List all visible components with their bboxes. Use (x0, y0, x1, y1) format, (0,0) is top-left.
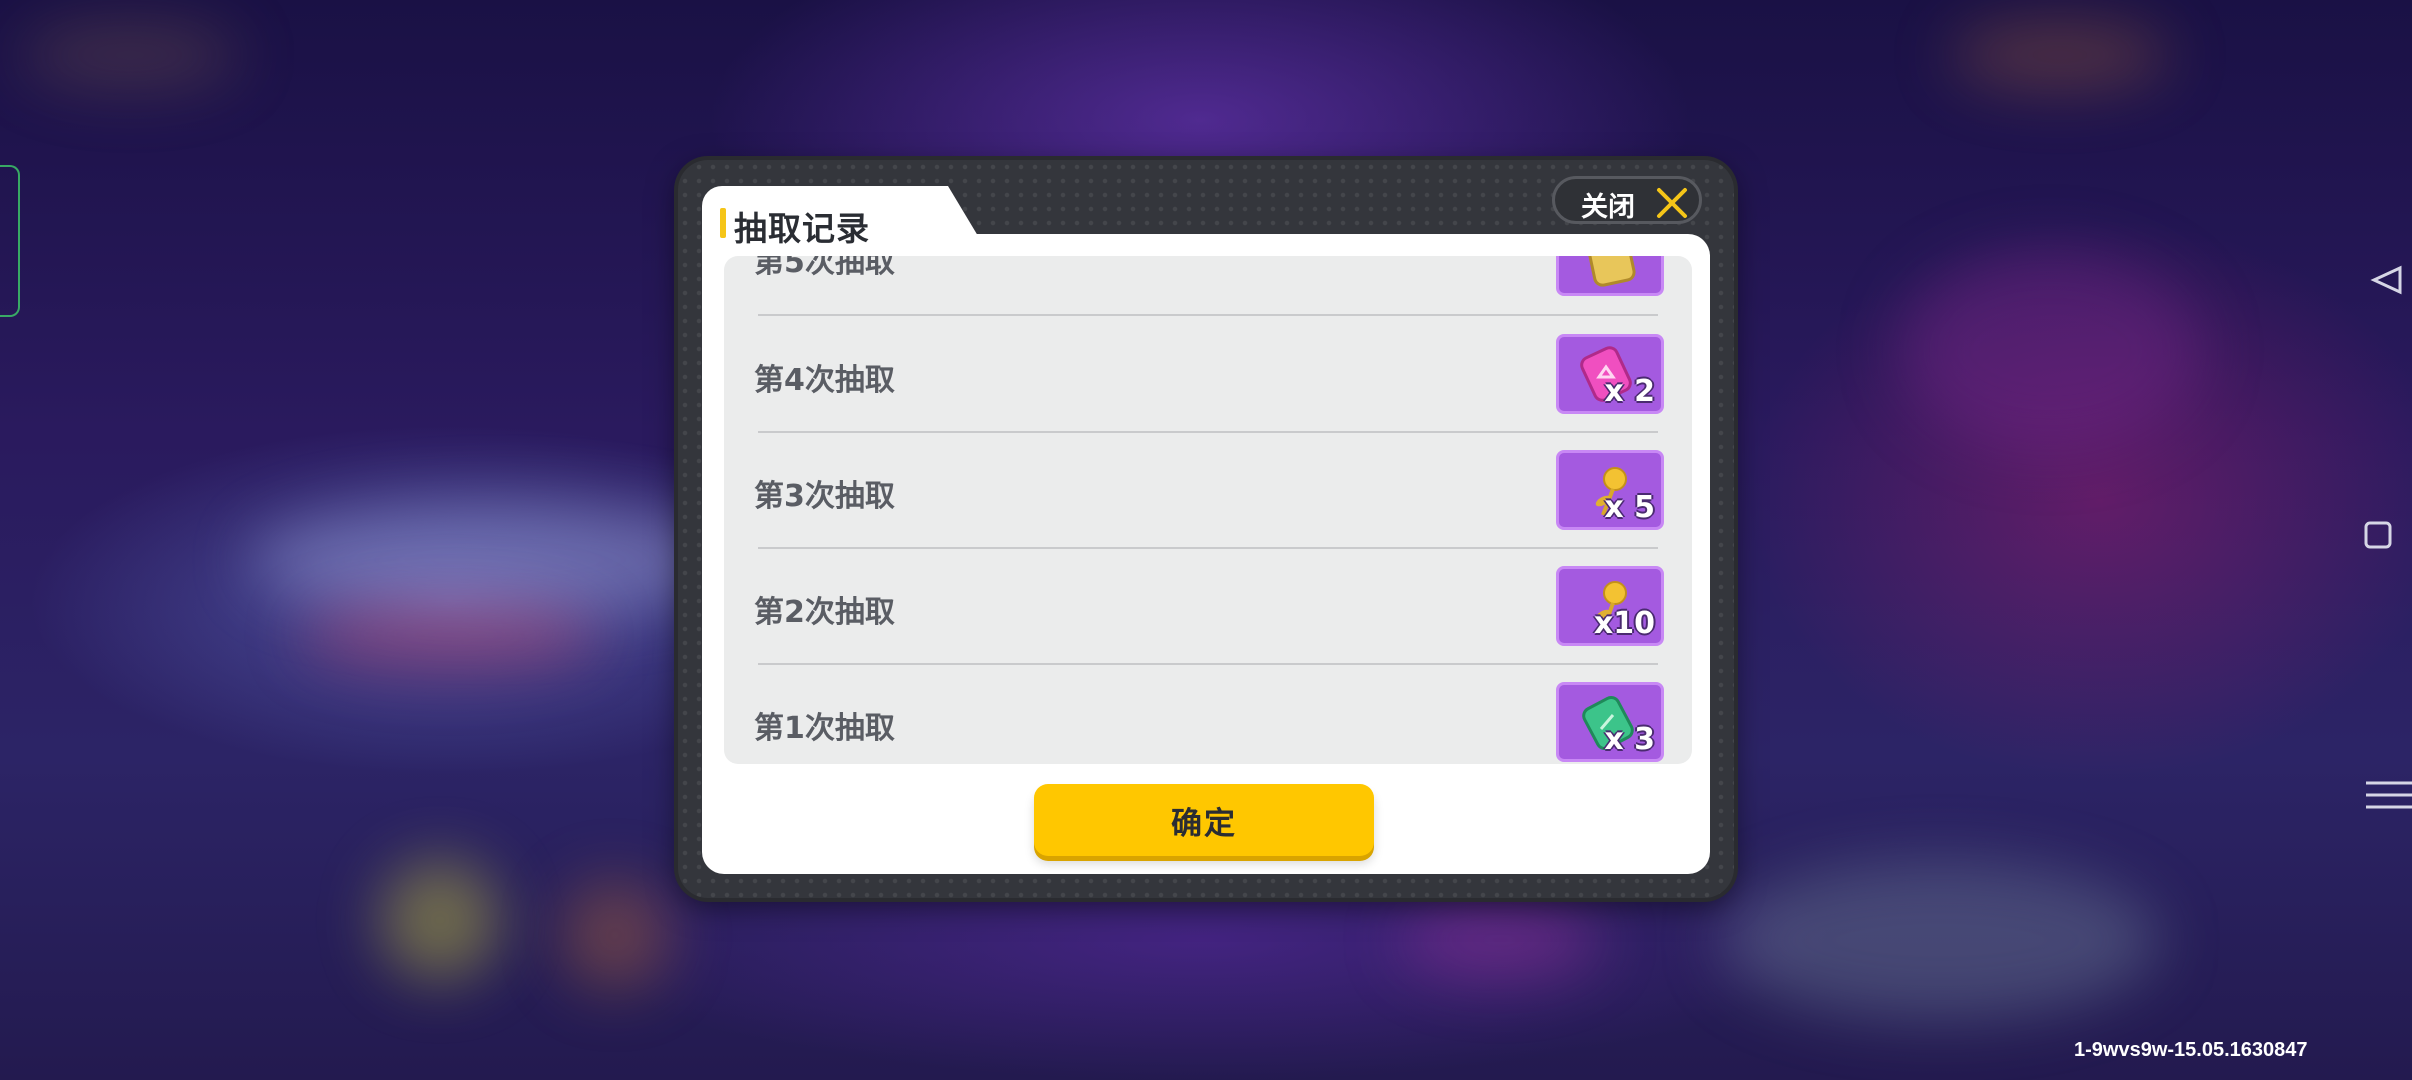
reward-quantity: x 5 (1604, 490, 1655, 525)
reward-item[interactable] (1556, 256, 1664, 296)
record-label: 第5次抽取 (754, 256, 895, 280)
reward-item[interactable]: x10 (1556, 566, 1664, 646)
reward-quantity: x 2 (1604, 374, 1655, 409)
nav-home-icon[interactable] (2352, 505, 2412, 565)
reward-quantity: x10 (1593, 606, 1655, 641)
nav-recents-icon[interactable] (2352, 765, 2412, 825)
reward-item[interactable]: x 2 (1556, 334, 1664, 414)
close-icon (1657, 188, 1687, 218)
reward-quantity: x 3 (1604, 722, 1655, 757)
close-label: 关闭 (1581, 192, 1635, 223)
confirm-label: 确定 (1171, 805, 1237, 842)
version-text: 1-9wvs9w-15.05.1630847 (2074, 1039, 2308, 1061)
title-accent-bar (720, 208, 726, 238)
record-label: 第3次抽取 (754, 479, 895, 514)
record-list[interactable]: 第5次抽取 第4次抽取 x 2 第3次抽取 x 5 第2次抽取 x10 第1次抽… (724, 256, 1692, 764)
list-item: 第1次抽取 x 3 (724, 664, 1692, 764)
reward-item[interactable]: x 3 (1556, 682, 1664, 762)
gold-card-icon (1586, 256, 1636, 287)
list-item: 第4次抽取 x 2 (724, 316, 1692, 432)
side-handle (0, 165, 20, 317)
confirm-button[interactable]: 确定 (1034, 784, 1374, 856)
record-label: 第1次抽取 (754, 711, 895, 746)
list-item: 第5次抽取 (724, 256, 1692, 314)
list-item: 第2次抽取 x10 (724, 548, 1692, 664)
close-button[interactable]: 关闭 (1552, 176, 1702, 224)
list-item: 第3次抽取 x 5 (724, 432, 1692, 548)
dialog-title: 抽取记录 (734, 209, 870, 248)
record-label: 第2次抽取 (754, 595, 895, 630)
nav-back-icon[interactable] (2352, 250, 2412, 310)
reward-item[interactable]: x 5 (1556, 450, 1664, 530)
draw-record-dialog: 抽取记录 关闭 第5次抽取 第4次抽取 x 2 第3次抽取 x 5 第2次抽取 … (678, 160, 1734, 898)
record-label: 第4次抽取 (754, 363, 895, 398)
